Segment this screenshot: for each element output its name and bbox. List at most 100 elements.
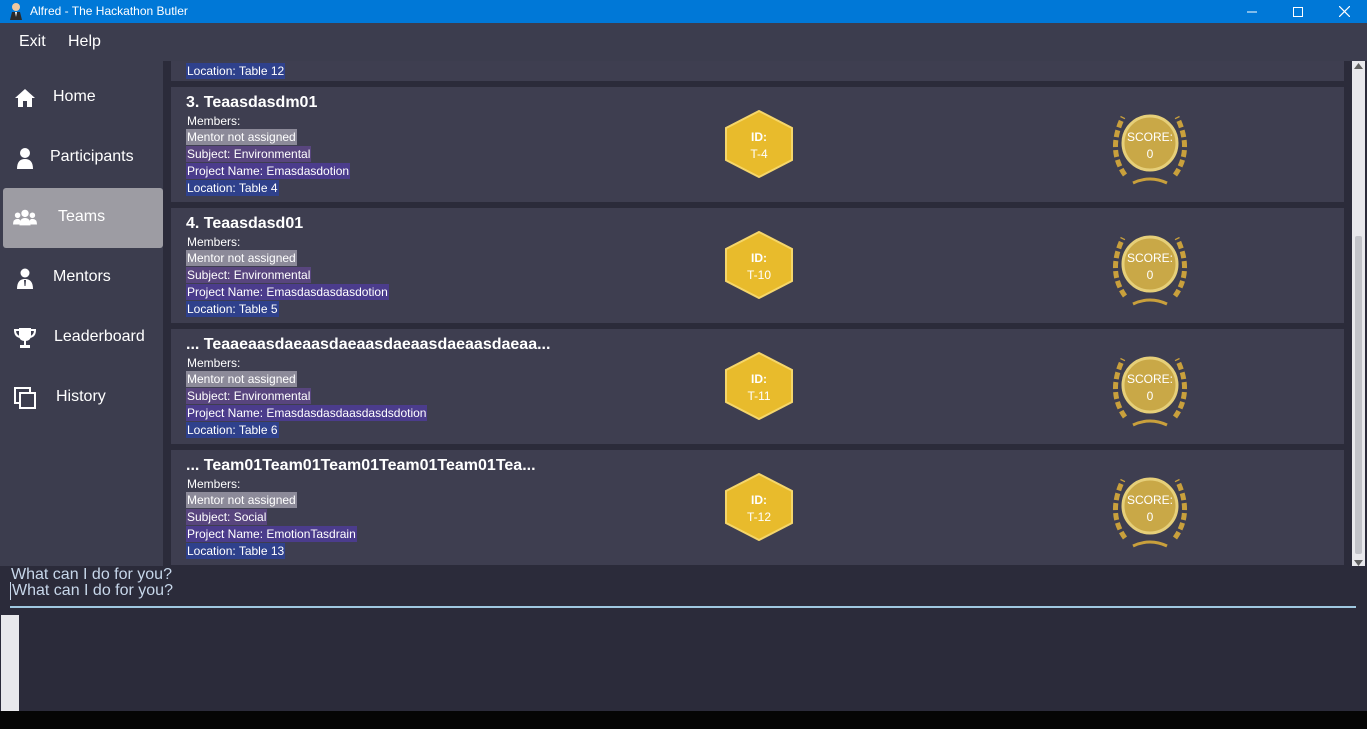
maximize-icon xyxy=(1293,6,1303,17)
team-id-badge: ID: T-4 xyxy=(724,109,794,179)
person-icon xyxy=(17,148,33,169)
team-location: Location: Table 12 xyxy=(186,63,286,79)
team-id-label: ID: xyxy=(751,130,767,144)
team-project: Project Name: Emasdasdasdasdotion xyxy=(186,284,389,300)
team-members: Members: xyxy=(187,356,241,370)
team-id-value: T-4 xyxy=(750,147,768,161)
team-card[interactable]: 3. Teaasdasdm01 Members: Mentor not assi… xyxy=(171,87,1344,202)
menu-bar: Exit Help xyxy=(0,23,1367,61)
history-icon xyxy=(14,387,36,409)
team-name: ... Teaaeaasdaeaasdaeaasdaeaasdaeaasdaea… xyxy=(186,336,551,353)
team-card[interactable]: ... Teaaeaasdaeaasdaeaasdaeaasdaeaasdaea… xyxy=(171,329,1344,444)
sidebar-item-participants[interactable]: Participants xyxy=(3,128,163,188)
team-score-label: SCORE: xyxy=(1126,372,1173,386)
group-icon xyxy=(13,209,37,226)
menu-exit[interactable]: Exit xyxy=(19,33,46,51)
team-id-label: ID: xyxy=(751,372,767,386)
sidebar-item-label: History xyxy=(56,388,106,405)
window-title: Alfred - The Hackathon Butler xyxy=(30,4,188,18)
hexagon-icon xyxy=(725,230,793,300)
team-location: Location: Table 6 xyxy=(186,422,279,438)
team-card[interactable]: Location: Table 12 xyxy=(171,61,1344,98)
team-subject: Subject: Environmental xyxy=(186,146,312,162)
team-score-medal: SCORE: 0 xyxy=(1105,226,1195,311)
title-bar: Alfred - The Hackathon Butler xyxy=(0,0,1367,23)
home-icon xyxy=(15,89,35,107)
team-name: 4. Teaasdasd01 xyxy=(186,215,304,232)
team-score-medal: SCORE: 0 xyxy=(1105,105,1195,190)
team-id-badge: ID: T-12 xyxy=(724,472,794,542)
team-location: Location: Table 4 xyxy=(186,180,279,196)
team-name: 3. Teaasdasdm01 xyxy=(186,94,318,111)
team-mentor: Mentor not assigned xyxy=(186,250,297,266)
hexagon-icon xyxy=(725,472,793,542)
close-button[interactable] xyxy=(1321,0,1367,23)
sidebar-item-leaderboard[interactable]: Leaderboard xyxy=(3,308,163,368)
taskbar xyxy=(0,711,1367,729)
maximize-button[interactable] xyxy=(1275,0,1321,23)
team-id-value: T-12 xyxy=(746,510,771,524)
mentor-icon xyxy=(17,268,33,289)
sidebar: Home Participants Teams Mentors Leaderbo… xyxy=(0,61,165,566)
sidebar-item-label: Participants xyxy=(50,148,134,165)
team-mentor: Mentor not assigned xyxy=(186,371,297,387)
team-card[interactable]: 4. Teaasdasd01 Members: Mentor not assig… xyxy=(171,208,1344,323)
team-location: Location: Table 13 xyxy=(186,543,286,559)
team-id-value: T-10 xyxy=(746,268,771,282)
team-score-value: 0 xyxy=(1146,389,1154,403)
result-display[interactable] xyxy=(0,611,1367,712)
team-list[interactable]: Location: Table 12 3. Teaasdasdm01 Membe… xyxy=(163,61,1367,566)
sidebar-item-history[interactable]: History xyxy=(3,368,163,428)
team-score-value: 0 xyxy=(1146,268,1154,282)
team-project: Project Name: EmotionTasdrain xyxy=(186,526,357,542)
team-location: Location: Table 5 xyxy=(186,301,279,317)
sidebar-item-home[interactable]: Home xyxy=(3,68,163,128)
team-score-label: SCORE: xyxy=(1126,130,1173,144)
minimize-icon xyxy=(1247,11,1257,12)
app-window: Exit Help Home Participants Teams Mentor… xyxy=(0,23,1367,712)
team-mentor: Mentor not assigned xyxy=(186,492,297,508)
team-id-value: T-11 xyxy=(747,389,771,403)
sidebar-item-label: Home xyxy=(53,88,96,105)
trophy-icon xyxy=(13,328,37,348)
hexagon-icon xyxy=(725,109,793,179)
close-icon xyxy=(1338,6,1350,17)
team-id-label: ID: xyxy=(751,493,767,507)
team-project: Project Name: Emasdasdasdaasdasdsdotion xyxy=(186,405,428,421)
team-id-badge: ID: T-11 xyxy=(724,351,794,421)
team-members: Members: xyxy=(187,235,241,249)
team-id-label: ID: xyxy=(751,251,767,265)
team-subject: Subject: Environmental xyxy=(186,388,312,404)
minimize-button[interactable] xyxy=(1229,0,1275,23)
sidebar-item-label: Mentors xyxy=(53,268,111,285)
team-score-label: SCORE: xyxy=(1126,493,1173,507)
team-card[interactable]: ... Team01Team01Team01Team01Team01Tea...… xyxy=(171,450,1344,565)
butler-avatar-icon xyxy=(10,3,22,20)
team-score-value: 0 xyxy=(1146,510,1154,524)
team-score-medal: SCORE: 0 xyxy=(1105,347,1195,432)
team-members: Members: xyxy=(187,477,241,491)
hexagon-icon xyxy=(725,351,793,421)
team-id-badge: ID: T-10 xyxy=(724,230,794,300)
command-console: What can I do for you? What can I do for… xyxy=(0,566,1367,712)
scroll-up-icon[interactable] xyxy=(1354,63,1363,69)
team-score-label: SCORE: xyxy=(1126,251,1173,265)
result-scrollbar[interactable] xyxy=(1,615,19,712)
team-list-scrollbar[interactable] xyxy=(1352,61,1365,568)
team-mentor: Mentor not assigned xyxy=(186,129,297,145)
scroll-thumb[interactable] xyxy=(1355,236,1362,554)
team-project: Project Name: Emasdasdotion xyxy=(186,163,351,179)
sidebar-item-label: Leaderboard xyxy=(54,328,145,345)
command-input-underline xyxy=(10,606,1356,608)
team-subject: Subject: Environmental xyxy=(186,267,312,283)
menu-help[interactable]: Help xyxy=(68,33,101,51)
sidebar-item-label: Teams xyxy=(58,208,106,225)
sidebar-item-teams[interactable]: Teams xyxy=(3,188,163,248)
team-score-medal: SCORE: 0 xyxy=(1105,468,1195,553)
team-score-value: 0 xyxy=(1146,147,1154,161)
command-input[interactable]: What can I do for you? xyxy=(10,582,173,600)
team-name: ... Team01Team01Team01Team01Team01Tea... xyxy=(186,457,536,474)
sidebar-item-mentors[interactable]: Mentors xyxy=(3,248,163,308)
team-members: Members: xyxy=(187,114,241,128)
team-subject: Subject: Social xyxy=(186,509,268,525)
